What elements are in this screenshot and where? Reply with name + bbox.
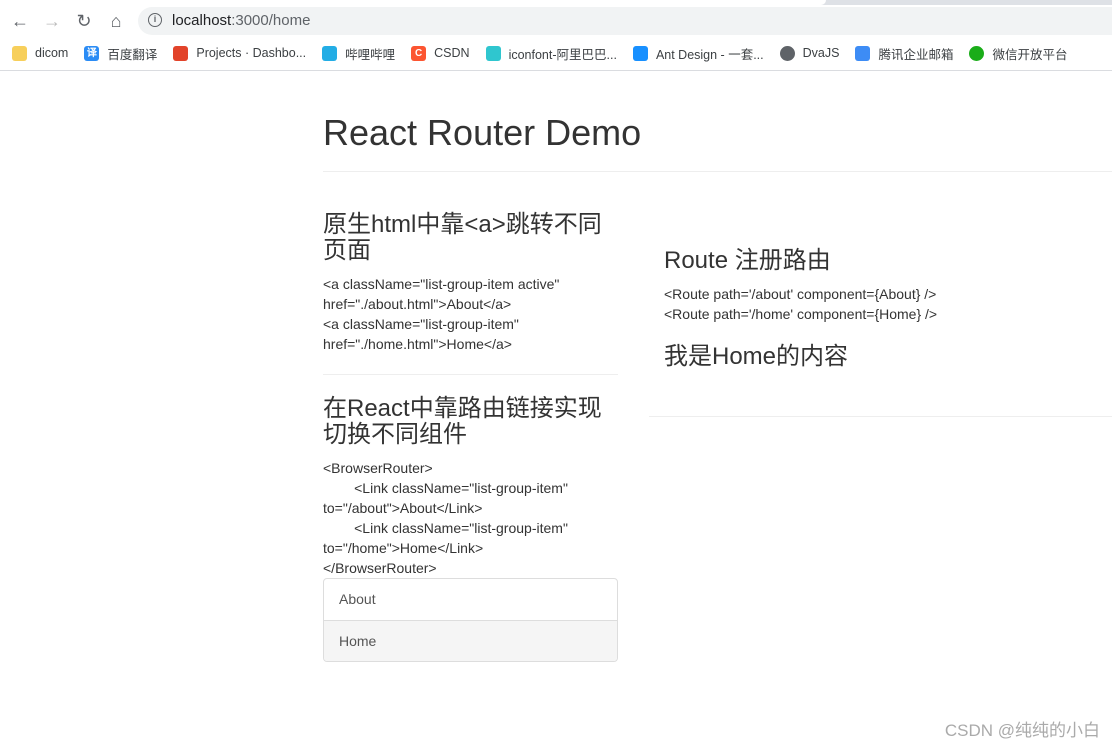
route-heading: Route 注册路由 [664,247,831,274]
bookmark-item[interactable]: dicom [12,45,69,61]
bookmark-item[interactable]: Projects · Dashbo... [173,45,307,61]
watermark: CSDN @纯纯的小白 [944,721,1100,740]
title-divider [323,171,1112,172]
home-icon[interactable]: ⌂ [104,9,128,33]
native-html-heading: 原生html中靠<a>跳转不同页面 [323,211,602,264]
antdesign-icon [632,45,648,61]
bookmark-label: CSDN [434,46,470,60]
bookmark-item[interactable]: 微信开放平台 [969,44,1067,63]
bookmark-item[interactable]: C CSDN [411,45,470,61]
bookmark-label: Ant Design - 一套... [655,47,764,62]
bookmark-label: 腾讯企业邮箱 [878,47,954,62]
bookmark-item[interactable]: 译百度翻译 [84,44,157,63]
bookmark-label: 百度翻译 [107,47,158,62]
bookmark-item[interactable]: iconfont-阿里巴巴... [485,44,617,63]
iconfont-icon [485,45,501,61]
react-router-heading: 在React中靠路由链接实现切换不同组件 [323,395,602,448]
home-content: 我是Home的内容 [664,343,849,370]
bookmark-label: 微信开放平台 [992,47,1068,62]
bookmark-item[interactable]: 腾讯企业邮箱 [855,44,953,63]
back-icon[interactable]: ← [8,9,32,33]
gitlab-icon [173,45,189,61]
nav-list-group: About Home [323,578,618,662]
translate-icon: 译 [84,45,100,61]
reload-icon[interactable]: ↻ [72,9,96,33]
url-text: localhost:3000/home [172,12,310,29]
forward-icon[interactable]: → [40,9,64,33]
route-code: <Route path='/about' component={About} /… [664,286,938,322]
bilibili-icon [322,45,338,61]
react-router-code: <BrowserRouter> <Link className="list-gr… [323,460,568,576]
nav-link-home[interactable]: Home [324,620,617,661]
wechat-icon [969,45,985,61]
url-host: localhost [172,12,232,29]
bookmark-label: Projects · Dashbo... [196,46,307,60]
bookmark-item[interactable]: Ant Design - 一套... [632,44,764,63]
csdn-icon: C [411,45,427,61]
bookmark-label: 哔哩哔哩 [345,47,396,62]
bookmark-label: dicom [35,46,69,60]
globe-icon [779,45,795,61]
bookmark-item[interactable]: 哔哩哔哩 [322,44,395,63]
tencent-mail-icon [855,45,871,61]
bookmark-label: iconfont-阿里巴巴... [508,47,617,62]
folder-icon [12,45,27,61]
address-bar[interactable]: i localhost:3000/home [138,7,1112,35]
right-divider [649,416,1112,417]
bookmark-item[interactable]: DvaJS [779,45,840,61]
info-icon[interactable]: i [148,13,162,27]
browser-toolbar: ← → ↻ ⌂ i localhost:3000/home [0,5,1112,36]
nav-link-about[interactable]: About [324,579,617,620]
page-title: React Router Demo [323,112,642,153]
bookmarks-bar: dicom 译百度翻译 Projects · Dashbo... 哔哩哔哩 C CSDN i… [0,36,1112,71]
url-path: :3000/home [231,12,311,29]
bookmark-label: DvaJS [802,46,840,60]
native-html-code: <a className="list-group-item active" hr… [323,276,560,352]
left-divider [323,374,618,375]
